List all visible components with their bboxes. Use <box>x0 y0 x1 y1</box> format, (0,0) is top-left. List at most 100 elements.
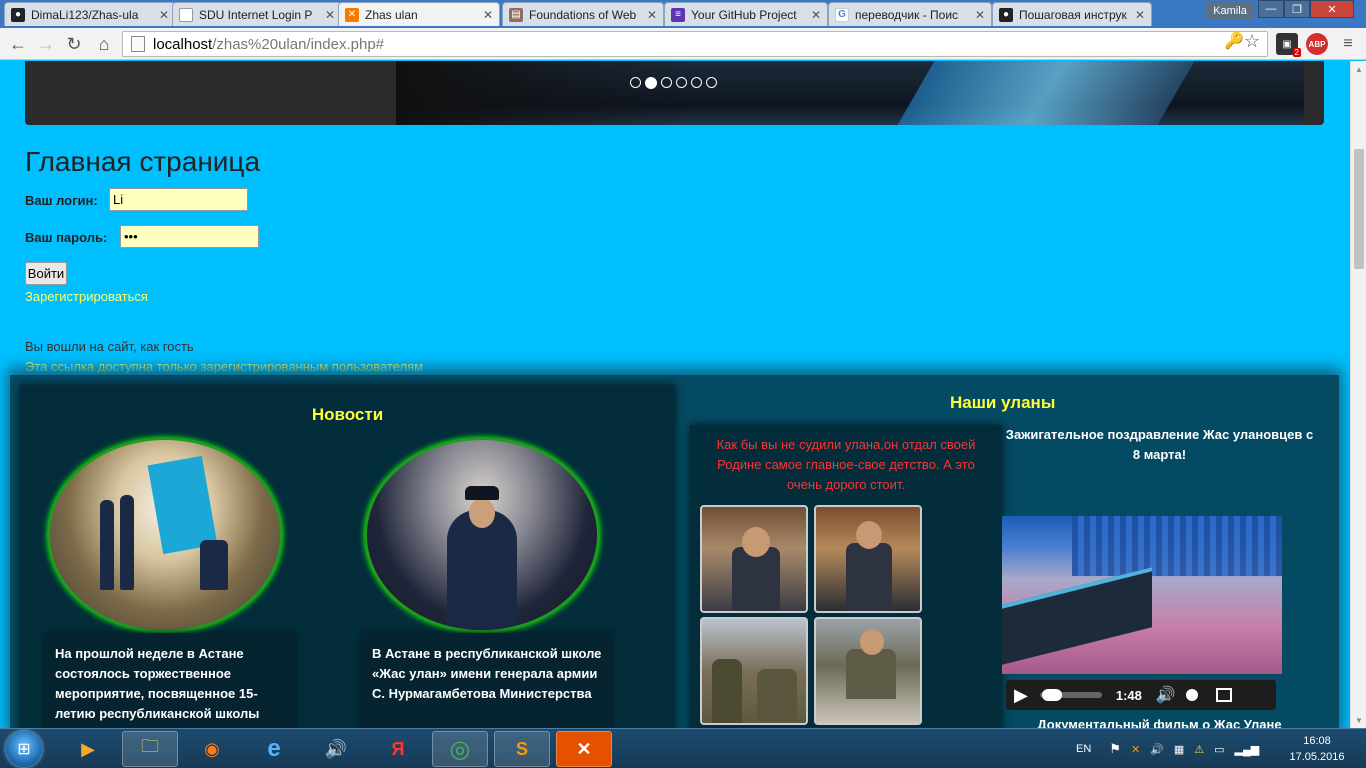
image-slider <box>25 61 1324 125</box>
slider-dot[interactable] <box>661 77 672 88</box>
news-item-2[interactable]: В Астане в республиканской школе «Жас ул… <box>362 633 612 728</box>
volume-tray-icon[interactable]: 🔊 <box>1150 743 1164 756</box>
news-section: Новости На прошлой неделе в Астане состо… <box>20 385 675 728</box>
google-icon: G <box>835 7 849 22</box>
close-tab-icon[interactable]: ✕ <box>325 8 335 22</box>
clock-time: 16:08 <box>1303 735 1331 747</box>
scroll-thumb[interactable] <box>1354 149 1364 269</box>
video-duration: 1:48 <box>1115 687 1142 703</box>
list-icon: ≡ <box>671 7 685 22</box>
close-tab-icon[interactable]: ✕ <box>647 8 657 22</box>
start-button[interactable]: ⊞ <box>6 731 42 767</box>
tab-zhas-ulan[interactable]: ✕ Zhas ulan ✕ <box>338 2 500 26</box>
tab-github-project[interactable]: ≡ Your GitHub Project ✕ <box>664 2 828 26</box>
profile-name[interactable]: Kamila <box>1206 2 1254 20</box>
url-host: localhost <box>153 35 213 53</box>
news-image-1[interactable] <box>47 437 283 633</box>
gallery-photo-4[interactable] <box>814 617 922 725</box>
close-tab-icon[interactable]: ✕ <box>159 8 169 22</box>
browser-toolbar: ← → ↻ ⌂ localhost/zhas%20ulan/index.php#… <box>0 28 1366 60</box>
slider-dot-active[interactable] <box>645 77 657 89</box>
menu-icon[interactable]: ≡ <box>1336 32 1360 56</box>
power-icon[interactable]: ▭ <box>1214 743 1224 756</box>
news-item-1[interactable]: На прошлой неделе в Астане состоялось то… <box>45 633 295 728</box>
password-label: Ваш пароль: <box>25 230 108 245</box>
language-indicator[interactable]: EN <box>1076 743 1091 755</box>
url-path: /zhas%20ulan/index.php# <box>212 35 384 53</box>
reload-button[interactable]: ↻ <box>62 32 86 56</box>
close-window-button[interactable]: ✕ <box>1310 0 1354 18</box>
tab-foundations-web[interactable]: ▤ Foundations of Web ✕ <box>502 2 664 26</box>
chrome-icon[interactable]: ◎ <box>432 731 488 767</box>
yandex-icon[interactable]: Я <box>370 731 426 767</box>
xampp-icon: ✕ <box>345 7 359 22</box>
scroll-up-icon[interactable]: ▲ <box>1351 61 1366 77</box>
close-tab-icon[interactable]: ✕ <box>1135 8 1145 22</box>
bookmark-star-icon[interactable]: ☆ <box>1244 31 1260 52</box>
play-icon[interactable]: ▶ <box>1014 685 1028 706</box>
video-controls: ▶ 1:48 🔊 <box>1006 680 1276 710</box>
close-tab-icon[interactable]: ✕ <box>483 8 493 22</box>
video-progress[interactable] <box>1039 689 1102 701</box>
login-button[interactable]: Войти <box>25 262 67 285</box>
extension-icon[interactable]: ▣ 2 <box>1276 33 1301 57</box>
firefox-icon[interactable]: ◉ <box>184 731 240 767</box>
close-tab-icon[interactable]: ✕ <box>975 8 985 22</box>
scroll-down-icon[interactable]: ▼ <box>1351 712 1366 728</box>
password-input[interactable] <box>120 225 259 248</box>
close-tab-icon[interactable]: ✕ <box>811 8 821 22</box>
video-title: Зажигательное поздравление Жас улановцев… <box>1005 427 1314 462</box>
page-info-icon[interactable] <box>131 36 145 52</box>
explorer-icon[interactable]: 🗀 <box>122 731 178 767</box>
login-input[interactable] <box>109 188 248 211</box>
extension-badge: 2 <box>1292 48 1301 57</box>
restore-button[interactable]: ❐ <box>1284 0 1310 18</box>
news-image-2[interactable] <box>364 437 600 633</box>
tab-github-zhas[interactable]: ● DimaLi123/Zhas-ula ✕ <box>4 2 176 26</box>
video-player[interactable] <box>1002 516 1282 674</box>
slider-dots <box>630 77 717 89</box>
home-button[interactable]: ⌂ <box>92 32 116 56</box>
slider-dot[interactable] <box>691 77 702 88</box>
slide-image <box>396 61 1304 125</box>
page-title: Главная страница <box>25 146 261 177</box>
network-icon[interactable]: ▦ <box>1174 743 1184 756</box>
slider-dot[interactable] <box>676 77 687 88</box>
system-clock[interactable]: 16:08 17.05.2016 <box>1282 733 1352 765</box>
progress-knob[interactable] <box>1042 689 1063 701</box>
gallery-photo-3[interactable] <box>700 617 808 725</box>
register-link[interactable]: Зарегистрироваться <box>25 289 148 304</box>
slider-dot[interactable] <box>630 77 641 88</box>
flag-icon[interactable]: ⚑ <box>1109 741 1121 757</box>
volume-icon[interactable]: 🔊 <box>1156 685 1176 705</box>
forward-button[interactable]: → <box>34 32 58 56</box>
quote-text: Как бы вы не судили улана,он отдал своей… <box>716 437 976 492</box>
key-icon[interactable]: 🔑 <box>1224 31 1244 51</box>
gallery-photo-2[interactable] <box>814 505 922 613</box>
tab-translator[interactable]: G переводчик - Поис ✕ <box>828 2 992 26</box>
documentary-title[interactable]: Документальный фильм о Жас Улане <box>1002 717 1317 728</box>
xampp-tray-icon[interactable]: ✕ <box>1131 743 1140 756</box>
volume-knob[interactable] <box>1185 689 1198 701</box>
news-heading: Новости <box>311 405 384 424</box>
signal-icon[interactable]: ▂▄▆ <box>1235 743 1260 756</box>
quote-box: Как бы вы не судили улана,он отдал своей… <box>690 425 1002 728</box>
back-button[interactable]: ← <box>6 32 30 56</box>
adblock-icon[interactable]: ABP <box>1306 33 1328 55</box>
sublime-icon[interactable]: S <box>494 731 550 767</box>
members-only-link[interactable]: Эта ссылка доступна только зарегистриров… <box>25 359 423 374</box>
fullscreen-icon[interactable] <box>1215 688 1232 702</box>
ulans-heading: Наши уланы <box>950 393 1056 412</box>
tab-step-guide[interactable]: ● Пошаговая инструк ✕ <box>992 2 1152 26</box>
audio-icon[interactable]: 🔊 <box>308 731 364 767</box>
slider-dot[interactable] <box>706 77 717 88</box>
gallery-photo-1[interactable] <box>700 505 808 613</box>
page-scrollbar[interactable]: ▲ ▼ <box>1350 61 1366 728</box>
media-player-icon[interactable]: ▶ <box>60 731 116 767</box>
warning-icon[interactable]: ⚠ <box>1194 743 1204 756</box>
ie-icon[interactable]: e <box>246 731 302 767</box>
xampp-icon[interactable]: ✕ <box>556 731 612 767</box>
tab-sdu-login[interactable]: SDU Internet Login P ✕ <box>172 2 342 26</box>
minimize-button[interactable]: — <box>1258 0 1284 18</box>
address-bar[interactable]: localhost/zhas%20ulan/index.php# <box>122 31 1268 57</box>
